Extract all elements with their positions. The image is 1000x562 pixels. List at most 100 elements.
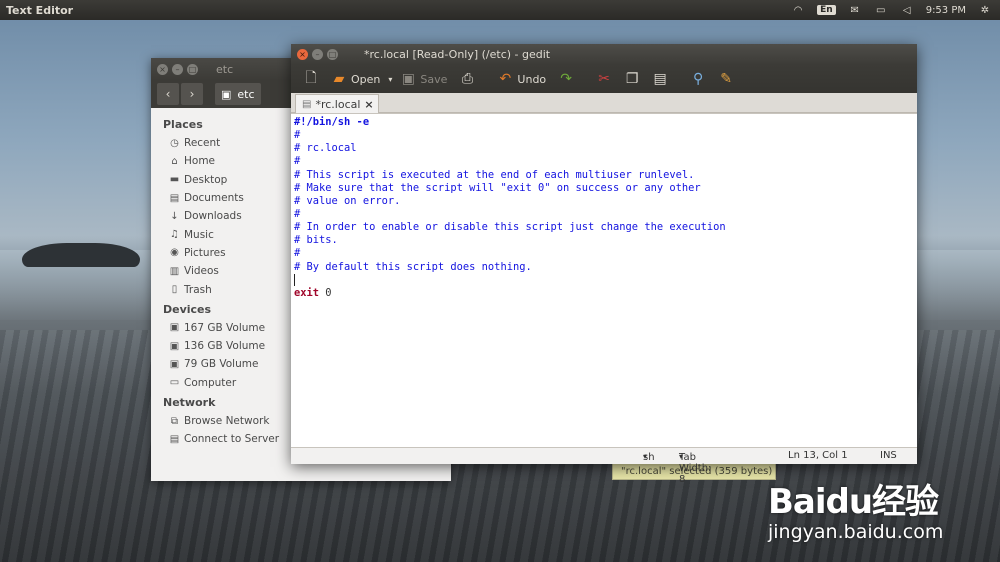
film-icon: ▥ bbox=[169, 265, 180, 277]
code-line-cursor bbox=[294, 273, 917, 287]
exit-value: 0 bbox=[319, 286, 332, 299]
chevron-down-icon: ▾ bbox=[679, 452, 684, 461]
sidebar-item-documents[interactable]: ▤ Documents bbox=[151, 189, 291, 207]
open-button[interactable]: ▰ Open bbox=[325, 67, 386, 91]
undo-button[interactable]: ↶ Undo bbox=[491, 67, 552, 91]
cursor-position: Ln 13, Col 1 bbox=[788, 450, 848, 461]
code-line: # Make sure that the script will "exit 0… bbox=[294, 181, 701, 194]
music-icon: ♫ bbox=[170, 229, 179, 241]
copy-icon: ❐ bbox=[625, 71, 639, 87]
drive-icon: ▣ bbox=[169, 340, 180, 352]
sidebar-section-devices: Devices bbox=[163, 302, 212, 316]
top-panel: Text Editor ◠ En ✉ ▭ ◁ 9:53 PM ✲ bbox=[0, 0, 1000, 20]
minimize-icon[interactable]: – bbox=[172, 63, 183, 75]
sidebar-item-label: Browse Network bbox=[184, 415, 270, 427]
sidebar-item-label: Pictures bbox=[184, 246, 226, 259]
document-icon: ▤ bbox=[302, 99, 312, 110]
sidebar-item-recent[interactable]: ◷ Recent bbox=[151, 134, 291, 152]
battery-icon[interactable]: ▭ bbox=[874, 5, 888, 16]
sidebar-item-computer[interactable]: ▭ Computer bbox=[151, 374, 291, 392]
chevron-left-icon: ‹ bbox=[165, 87, 171, 101]
system-tray: ◠ En ✉ ▭ ◁ 9:53 PM ✲ bbox=[791, 5, 1000, 16]
folder-icon: ▬ bbox=[169, 174, 180, 186]
sidebar-item-desktop[interactable]: ▬ Desktop bbox=[151, 171, 291, 189]
download-icon: ↓ bbox=[170, 210, 179, 222]
document-tab-bar: ▤ *rc.local × bbox=[291, 93, 917, 114]
drive-icon: ▣ bbox=[169, 322, 180, 334]
tab-rc-local[interactable]: ▤ *rc.local × bbox=[295, 94, 379, 114]
mail-icon[interactable]: ✉ bbox=[848, 5, 862, 16]
watermark-brand: Baidu经验 bbox=[768, 482, 939, 522]
new-document-icon: 🗋 bbox=[305, 70, 317, 86]
sidebar-item-volume-79[interactable]: ▣ 79 GB Volume bbox=[151, 355, 291, 373]
forward-button[interactable]: › bbox=[181, 83, 203, 105]
breadcrumb[interactable]: ▣ etc bbox=[215, 83, 261, 105]
minimize-icon[interactable]: – bbox=[312, 49, 323, 60]
sidebar-item-label: Recent bbox=[184, 137, 221, 150]
sidebar-item-label: Connect to Server bbox=[184, 433, 280, 446]
code-line: # By default this script does nothing. bbox=[294, 260, 532, 273]
redo-button[interactable]: ↷ bbox=[552, 67, 580, 91]
cut-button[interactable]: ✂ bbox=[590, 67, 618, 91]
sidebar-item-browse-network[interactable]: ⧉ Browse Network bbox=[151, 412, 291, 430]
sidebar-item-label: 167 GB Volume bbox=[184, 321, 266, 334]
volume-icon[interactable]: ◁ bbox=[900, 5, 914, 16]
sidebar-item-volume-136[interactable]: ▣ 136 GB Volume bbox=[151, 337, 291, 355]
close-icon[interactable]: × bbox=[297, 49, 308, 60]
network-icon: ⧉ bbox=[170, 415, 179, 427]
sidebar-item-label: Desktop bbox=[184, 173, 228, 186]
sidebar-item-label: Downloads bbox=[184, 210, 242, 223]
code-line: # bbox=[294, 207, 301, 220]
print-button[interactable]: ⎙ bbox=[453, 67, 481, 91]
editor-toolbar: 🗋 ▰ Open ▾ ▣ Save ⎙ ↶ Undo ↷ ✂ ❐ ▤ ⚲ ✎ bbox=[291, 65, 917, 93]
sidebar-item-label: Trash bbox=[184, 283, 212, 296]
sidebar-item-connect-server[interactable]: ▤ Connect to Server bbox=[151, 430, 291, 448]
active-app-title: Text Editor bbox=[6, 3, 74, 17]
sidebar-item-videos[interactable]: ▥ Videos bbox=[151, 262, 291, 280]
sidebar-item-music[interactable]: ♫ Music bbox=[151, 225, 291, 243]
code-line: # rc.local bbox=[294, 142, 357, 155]
sidebar-item-home[interactable]: ⌂ Home bbox=[151, 152, 291, 170]
insert-mode: INS bbox=[880, 450, 897, 461]
sidebar-item-trash[interactable]: ▯ Trash bbox=[151, 280, 291, 298]
replace-button[interactable]: ✎ bbox=[712, 67, 740, 91]
sidebar-item-downloads[interactable]: ↓ Downloads bbox=[151, 207, 291, 225]
open-recent-dropdown[interactable]: ▾ bbox=[386, 67, 394, 91]
exit-keyword: exit bbox=[294, 286, 320, 299]
sidebar-item-label: Videos bbox=[184, 265, 219, 278]
save-label: Save bbox=[420, 72, 448, 86]
close-tab-icon[interactable]: × bbox=[364, 98, 373, 111]
save-button[interactable]: ▣ Save bbox=[394, 67, 453, 91]
watermark: Baidu经验 jingyan.baidu.com bbox=[768, 474, 943, 543]
keyboard-layout-indicator[interactable]: En bbox=[817, 5, 836, 15]
gear-icon[interactable]: ✲ bbox=[978, 5, 992, 16]
breadcrumb-label: etc bbox=[237, 87, 255, 101]
sidebar-item-volume-167[interactable]: ▣ 167 GB Volume bbox=[151, 319, 291, 337]
wifi-icon[interactable]: ◠ bbox=[791, 5, 805, 16]
undo-label: Undo bbox=[517, 72, 547, 86]
chevron-down-icon: ▾ bbox=[388, 74, 393, 84]
copy-button[interactable]: ❐ bbox=[618, 67, 646, 91]
sidebar-item-label: Home bbox=[184, 155, 216, 168]
paste-button[interactable]: ▤ bbox=[646, 67, 674, 91]
maximize-icon[interactable]: □ bbox=[187, 63, 198, 75]
close-icon[interactable]: × bbox=[157, 63, 168, 75]
back-button[interactable]: ‹ bbox=[157, 83, 179, 105]
folder-open-icon: ▰ bbox=[333, 71, 345, 87]
text-editor-area[interactable]: #!/bin/sh -e # # rc.local # # This scrip… bbox=[291, 113, 917, 447]
undo-icon: ↶ bbox=[499, 71, 512, 87]
scissors-icon: ✂ bbox=[598, 71, 611, 87]
search-icon: ⚲ bbox=[693, 71, 704, 87]
find-button[interactable]: ⚲ bbox=[684, 67, 712, 91]
clock[interactable]: 9:53 PM bbox=[926, 5, 966, 16]
find-replace-icon: ✎ bbox=[720, 71, 733, 87]
sidebar-item-pictures[interactable]: ◉ Pictures bbox=[151, 244, 291, 262]
maximize-icon[interactable]: □ bbox=[327, 49, 338, 60]
sidebar-section-places: Places bbox=[163, 118, 203, 131]
tab-width-label: Tab Width: 8 bbox=[679, 452, 712, 485]
sidebar-item-label: 136 GB Volume bbox=[184, 340, 266, 353]
code-line: # bbox=[294, 155, 301, 168]
new-document-button[interactable]: 🗋 bbox=[297, 67, 325, 91]
text-cursor bbox=[294, 273, 295, 286]
file-manager-sidebar: Places ◷ Recent ⌂ Home ▬ Desktop ▤ Documents… bbox=[151, 108, 291, 481]
